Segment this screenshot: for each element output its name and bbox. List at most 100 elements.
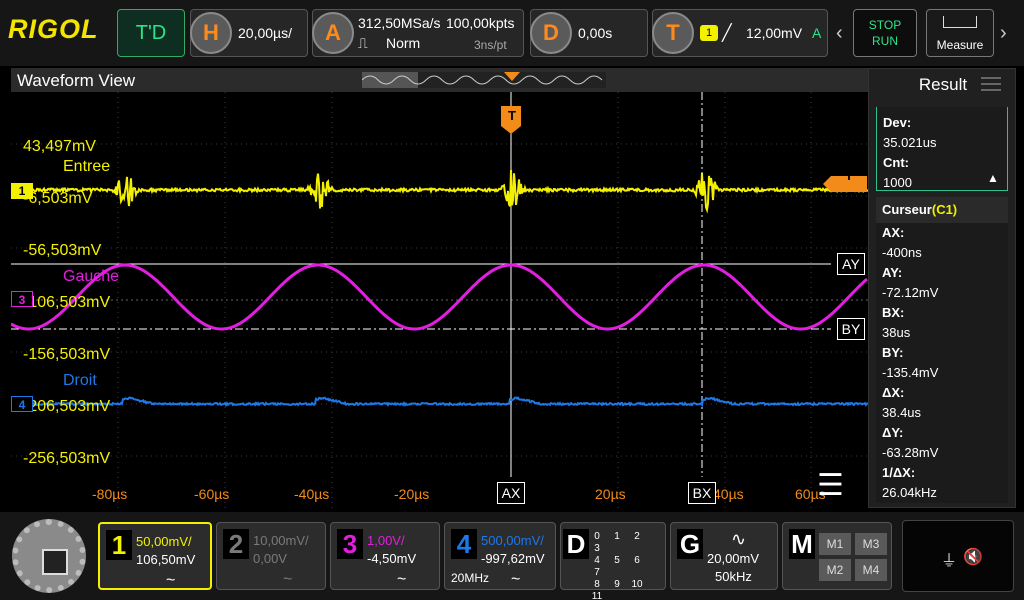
generator-amplitude: 20,00mV xyxy=(707,551,759,566)
cursor-value: 38.4us xyxy=(876,403,1008,423)
time-tick-label: -80µs xyxy=(92,486,127,502)
overview-wave xyxy=(362,72,606,88)
channel-4-offset: -997,62mV xyxy=(481,551,545,566)
channel-1-settings[interactable]: 1 50,00mV/ 106,50mV ~ xyxy=(98,522,212,590)
channel-4-settings[interactable]: 4 500,00mV/ -997,62mV 20MHz ~ xyxy=(444,522,556,590)
digital-channel-number: 5 xyxy=(607,555,627,567)
channel-1-marker[interactable]: 1 xyxy=(11,183,33,199)
statistics-card[interactable]: Dev: 35.021us Cnt: 1000 ▲ xyxy=(876,107,1008,191)
digital-key: D xyxy=(563,529,589,559)
horizontal-scale-value: 20,00µs/ xyxy=(238,25,292,41)
math-m4-button[interactable]: M4 xyxy=(855,559,887,581)
trigger-position-label: T xyxy=(503,108,521,123)
home-gear-icon[interactable] xyxy=(12,519,86,593)
result-panel: Result Dev: 35.021us Cnt: 1000 ▲ Curseur… xyxy=(868,68,1016,508)
cursor-value: 38us xyxy=(876,323,1008,343)
cursor-value: -135.4mV xyxy=(876,363,1008,383)
cursor-value-key: BX: xyxy=(876,303,1008,323)
generator-settings[interactable]: G ∿ 20,00mV 50kHz xyxy=(670,522,778,590)
offset-label-4: -106,503mV xyxy=(23,294,110,312)
rising-edge-icon: ╱ xyxy=(722,23,732,43)
cursor-card-source: (C1) xyxy=(932,202,957,217)
time-tick-label: 20µs xyxy=(595,486,626,502)
trigger-channel-badge: 1 xyxy=(700,25,718,41)
toolbar-left-arrow-icon[interactable]: ‹ xyxy=(836,22,843,45)
channel-2-number: 2 xyxy=(223,529,249,559)
digital-channel-number: 6 xyxy=(627,555,647,567)
channel-3-settings[interactable]: 3 1,00V/ -4,50mV ~ xyxy=(330,522,440,590)
collapse-icon[interactable]: ▲ xyxy=(987,171,999,185)
digital-channel-number: 9 xyxy=(607,579,627,591)
digital-channels-settings[interactable]: D 0123456789101112131415 xyxy=(560,522,666,590)
run-label: RUN xyxy=(854,33,916,49)
sample-rate-value: 312,50MSa/s xyxy=(358,15,441,31)
math-m3-button[interactable]: M3 xyxy=(855,533,887,555)
trigger-key-icon: T xyxy=(652,12,694,54)
offset-label-7: -256,503mV xyxy=(23,450,110,468)
toolbar-right-arrow-icon[interactable]: › xyxy=(1000,22,1007,45)
cursor-ay-tag[interactable]: AY xyxy=(837,253,865,275)
cursor-values-list: AX: -400ns AY: -72.12mV BX: 38us BY: -135.4mV ΔX… xyxy=(876,223,1008,503)
digital-channel-number: 2 xyxy=(627,531,647,543)
ac-coupling-icon: ~ xyxy=(283,571,292,589)
stop-run-button[interactable]: STOP RUN xyxy=(853,9,917,57)
delay-key-icon: D xyxy=(530,12,572,54)
generator-frequency: 50kHz xyxy=(715,569,752,584)
digital-channel-number: 8 xyxy=(587,579,607,591)
math-key: M xyxy=(789,529,815,559)
math-settings[interactable]: M M1 M3 M2 M4 xyxy=(782,522,892,590)
cursor-ax-tag[interactable]: AX xyxy=(497,482,525,504)
waveform-plot[interactable]: 43,497mV -6,503mV -56,503mV -106,503mV -… xyxy=(11,92,868,508)
time-tick-label: 40µs xyxy=(713,486,744,502)
result-menu-icon[interactable] xyxy=(981,77,1001,91)
cursor-value: -400ns xyxy=(876,243,1008,263)
channel-1-scale: 50,00mV/ xyxy=(136,534,192,549)
delay-value: 0,00s xyxy=(578,25,612,41)
time-per-point-value: 3ns/pt xyxy=(474,38,507,52)
cursor-bx-tag[interactable]: BX xyxy=(688,482,716,504)
cursor-value-key: AX: xyxy=(876,223,1008,243)
cursor-value: -63.28mV xyxy=(876,443,1008,463)
trigger-level-label: T xyxy=(845,168,853,183)
speaker-mute-icon[interactable]: 🔇 xyxy=(963,547,983,567)
acquire-key-icon: A xyxy=(312,12,354,54)
cursor-card-header: Curseur(C1) xyxy=(876,197,1008,223)
math-m1-button[interactable]: M1 xyxy=(819,533,851,555)
ac-coupling-icon: ~ xyxy=(511,571,520,589)
bandwidth-limit-label: 20MHz xyxy=(451,571,489,585)
channel-1-offset: 106,50mV xyxy=(136,552,195,567)
digital-channel-number: 11 xyxy=(587,591,607,600)
usb-icon[interactable]: ⏚ xyxy=(941,547,957,571)
channel-2-settings[interactable]: 2 10,00mV/ 0,00V ~ xyxy=(216,522,326,590)
offset-label-5: -156,503mV xyxy=(23,346,110,364)
channel-4-scale: 500,00mV/ xyxy=(481,533,544,548)
channel-2-scale: 10,00mV/ xyxy=(253,533,309,548)
cursor-value-key: AY: xyxy=(876,263,1008,283)
stat-cnt-key: Cnt: xyxy=(877,153,1007,173)
memory-overview-bar[interactable] xyxy=(362,72,606,88)
channel-3-waveform xyxy=(11,265,867,329)
cursor-card[interactable]: Curseur(C1) AX: -400ns AY: -72.12mV BX: 38us B… xyxy=(876,197,1008,503)
timebase-mode-button[interactable]: T'D xyxy=(117,9,185,57)
channel-3-offset: -4,50mV xyxy=(367,551,416,566)
channel-3-marker[interactable]: 3 xyxy=(11,291,33,307)
digital-channel-number: 7 xyxy=(587,567,607,579)
channel-3-scale: 1,00V/ xyxy=(367,533,405,548)
acquire-mode-value: Norm xyxy=(386,35,420,51)
channel-4-marker[interactable]: 4 xyxy=(11,396,33,412)
offset-label-3: -56,503mV xyxy=(23,242,101,260)
menu-collapse-icon[interactable]: ☰ xyxy=(817,468,844,503)
memory-depth-value: 100,00kpts xyxy=(446,15,515,31)
digital-channel-number: 1 xyxy=(607,531,627,543)
channel-3-number: 3 xyxy=(337,529,363,559)
cursor-by-tag[interactable]: BY xyxy=(837,318,865,340)
timebase-mode-label: T'D xyxy=(118,10,184,56)
math-m2-button[interactable]: M2 xyxy=(819,559,851,581)
bottom-toolbar: 1 50,00mV/ 106,50mV ~ 2 10,00mV/ 0,00V ~… xyxy=(0,512,1024,600)
ac-coupling-icon: ~ xyxy=(397,571,406,589)
channel-1-waveform xyxy=(11,170,868,210)
cursor-card-title: Curseur xyxy=(882,202,932,217)
stop-label: STOP xyxy=(854,17,916,33)
cursor-value-key: 1/ΔX: xyxy=(876,463,1008,483)
measure-label: Measure xyxy=(937,38,984,52)
